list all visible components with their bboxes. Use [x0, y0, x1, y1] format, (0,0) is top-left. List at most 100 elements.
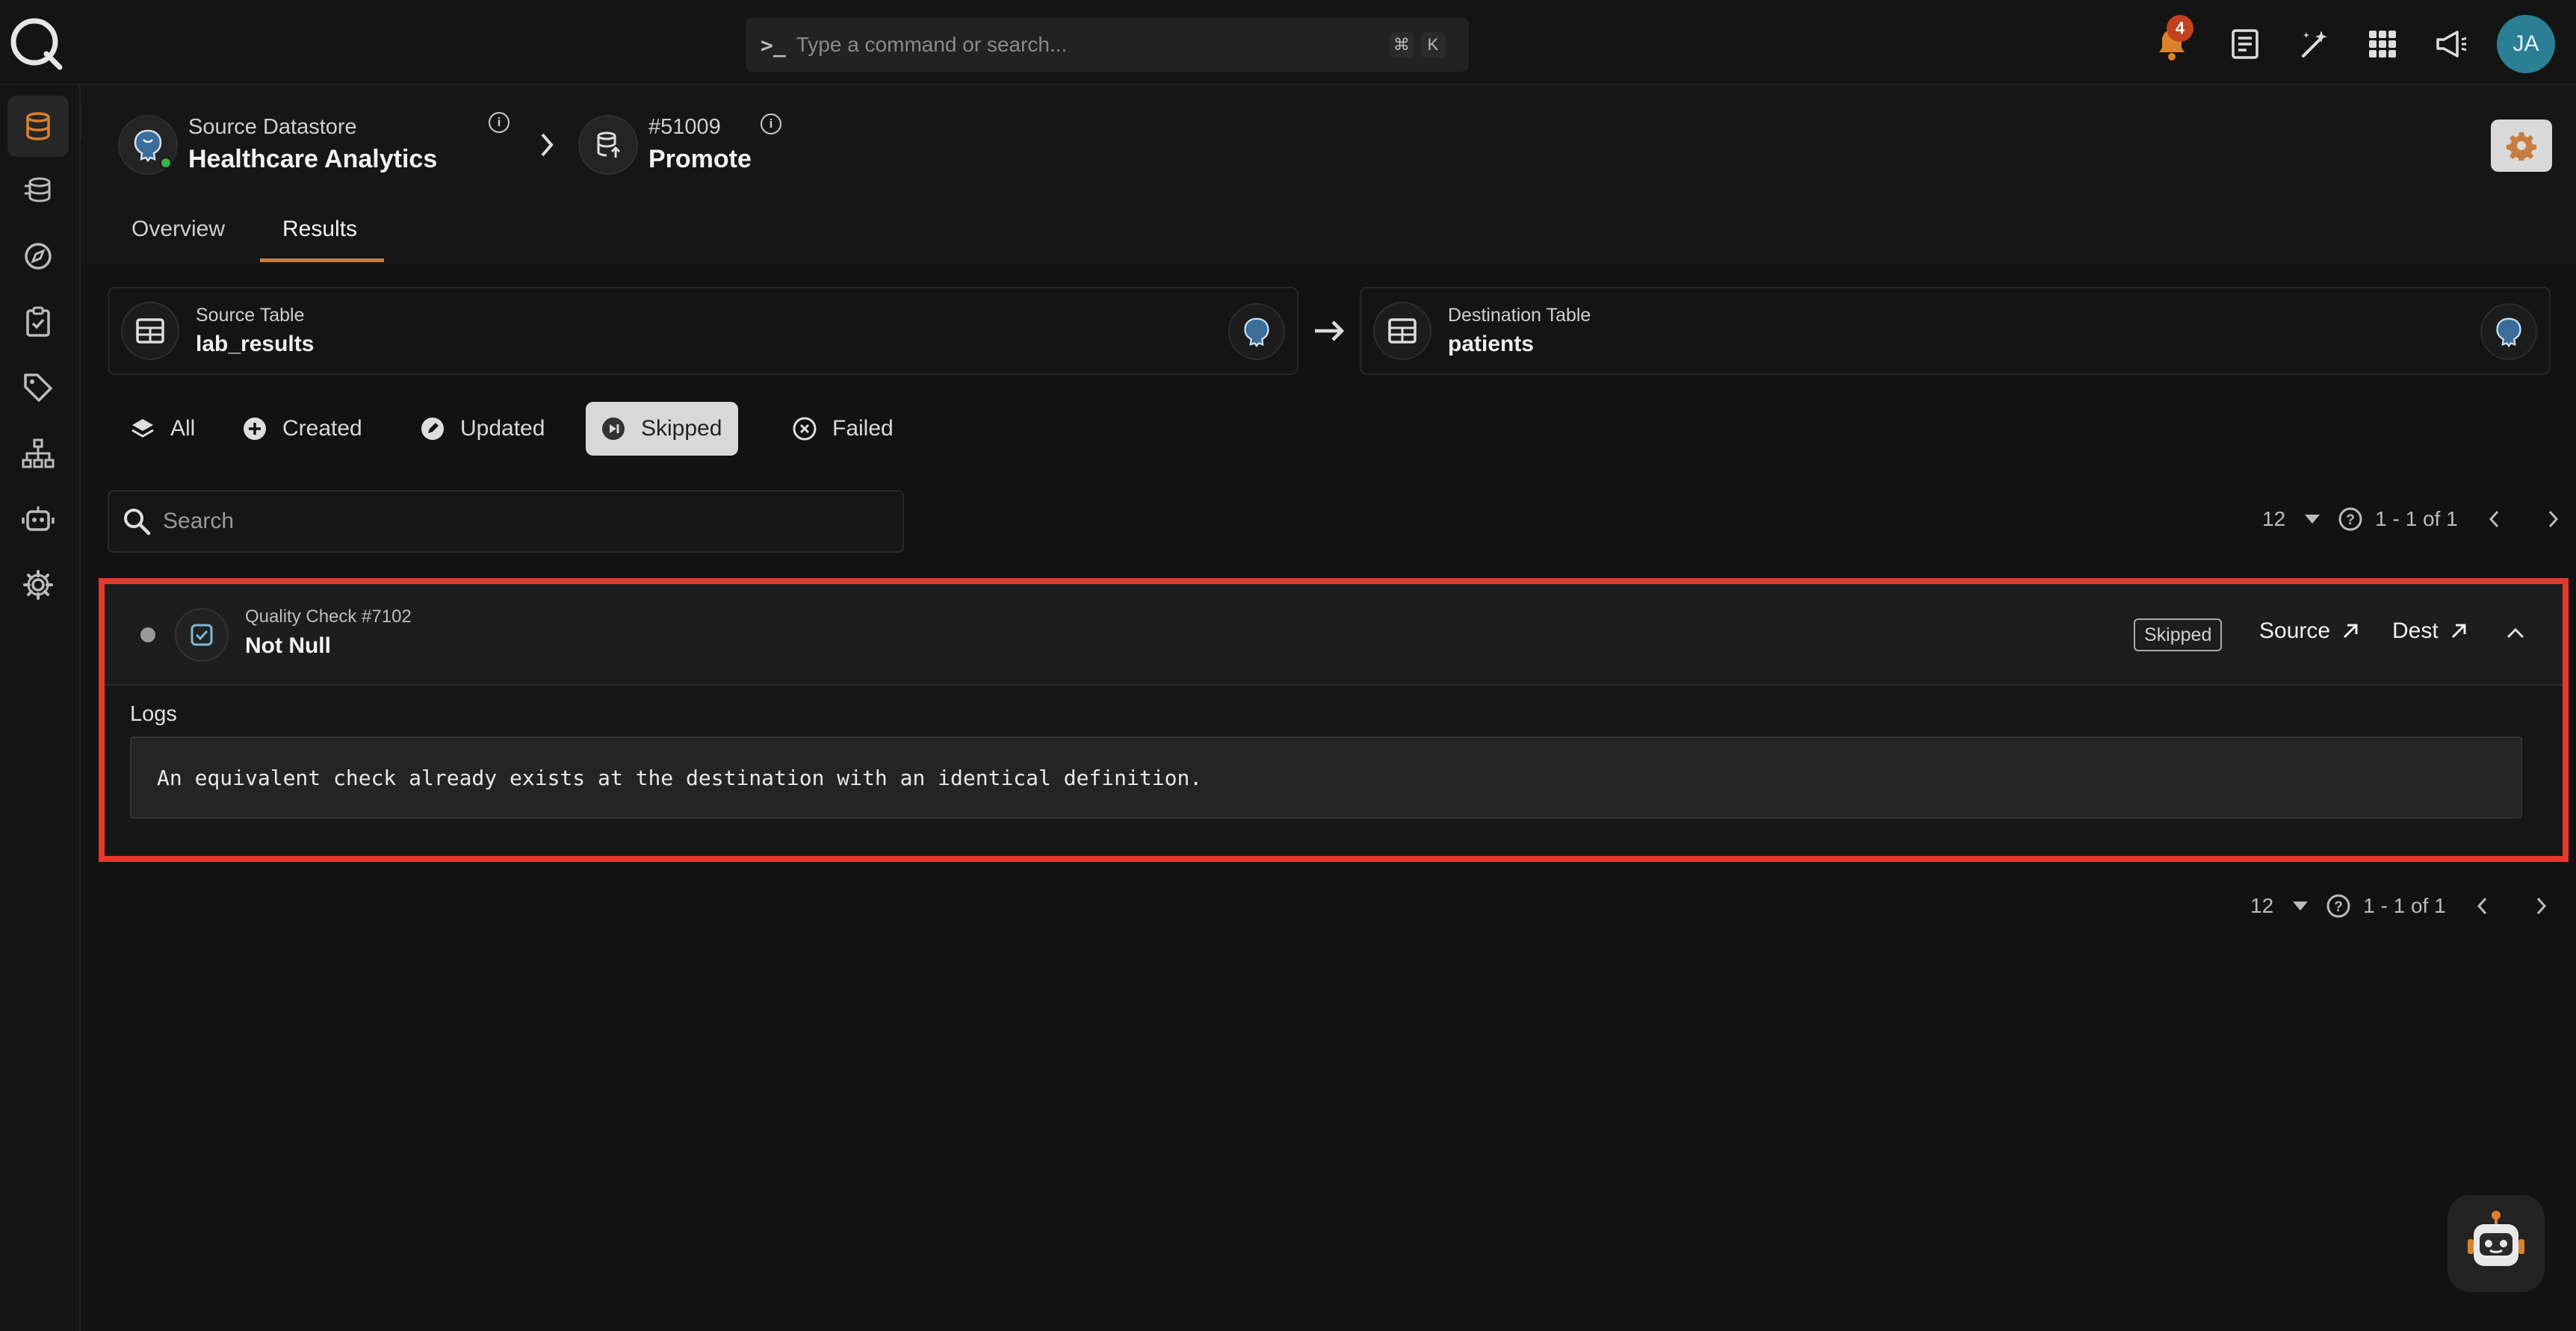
filter-updated[interactable]: Updated [405, 402, 561, 456]
filter-created[interactable]: Created [227, 402, 379, 456]
pagination-bottom: 12 ? 1 - 1 of 1 [2250, 893, 2548, 919]
sidebar-item-settings[interactable] [7, 554, 69, 615]
sidebar-item-enrichment[interactable] [7, 160, 69, 221]
source-link-label: Source [2259, 618, 2331, 643]
main-content: Source Datastore Healthcare Analytics i … [82, 85, 2576, 1331]
page-size-value[interactable]: 12 [2262, 507, 2285, 531]
page-range: 1 - 1 of 1 [2363, 894, 2446, 917]
svg-text:?: ? [2346, 512, 2355, 528]
page-range: 1 - 1 of 1 [2375, 507, 2458, 530]
search-placeholder: Search [163, 509, 235, 533]
status-badge: Skipped [2134, 618, 2223, 651]
clipboard-check-icon [26, 306, 50, 337]
help-icon[interactable]: ? [2338, 506, 2363, 532]
source-datastore-label: Source Datastore [188, 115, 357, 139]
apps-grid-icon[interactable] [2364, 25, 2401, 63]
filter-updated-label: Updated [460, 416, 545, 441]
notifications-badge: 4 [2167, 15, 2193, 42]
sidebar-item-checks[interactable] [7, 291, 69, 353]
command-search[interactable]: >_ Type a command or search... ⌘ K [746, 18, 1469, 72]
result-item-header[interactable]: Quality Check #7102 Not Null Skipped Sou… [105, 584, 2563, 686]
arrow-right-icon [1315, 320, 1345, 341]
quality-check-icon [175, 608, 229, 662]
help-icon[interactable]: ? [2326, 893, 2351, 919]
magic-wand-icon[interactable] [2295, 25, 2332, 63]
sidebar-item-explore[interactable] [7, 226, 69, 287]
pagination-top: 12 ? 1 - 1 of 1 [2262, 506, 2560, 532]
source-table-label: Source Table [196, 305, 305, 326]
filter-all[interactable]: All [115, 402, 211, 456]
gear-icon [2507, 132, 2536, 161]
page-size-value[interactable]: 12 [2250, 894, 2273, 918]
sidebar-item-datastores[interactable] [7, 96, 69, 157]
external-arrow-icon [2344, 624, 2358, 639]
table-icon [121, 302, 179, 360]
filter-failed-label: Failed [832, 416, 894, 441]
breadcrumb-chevron-icon [541, 133, 554, 157]
plus-circle-icon [242, 416, 267, 441]
pencil-circle-icon [420, 416, 445, 441]
source-datastore-name[interactable]: Healthcare Analytics [188, 145, 437, 174]
status-online-dot [160, 157, 172, 169]
sidebar-item-tags[interactable] [7, 357, 69, 418]
postgresql-icon [2480, 303, 2537, 360]
chevron-left-icon[interactable] [2476, 896, 2488, 916]
top-bar: >_ Type a command or search... ⌘ K 4 JA [0, 0, 2576, 85]
search-input[interactable]: Search [108, 490, 904, 553]
chevron-up-icon[interactable] [2506, 626, 2525, 639]
filter-failed[interactable]: Failed [777, 402, 910, 456]
caret-down-icon[interactable] [2305, 515, 2320, 524]
source-table-card[interactable]: Source Table lab_results [108, 287, 1298, 375]
operation-info-icon[interactable]: i [761, 114, 781, 134]
sidebar-item-flows[interactable] [7, 423, 69, 484]
external-arrow-icon [2451, 624, 2466, 639]
chevron-left-icon[interactable] [2488, 509, 2500, 529]
user-avatar[interactable]: JA [2497, 15, 2555, 73]
layers-icon [130, 417, 155, 441]
log-message: An equivalent check already exists at th… [157, 765, 1203, 790]
assistant-bot-button[interactable] [2447, 1195, 2545, 1292]
sidebar-item-agents[interactable] [7, 488, 69, 550]
tab-results[interactable]: Results [282, 217, 357, 242]
gear-icon [23, 570, 53, 600]
destination-table-card[interactable]: Destination Table patients [1360, 287, 2551, 375]
destination-table-label: Destination Table [1448, 305, 1591, 326]
megaphone-icon[interactable] [2433, 25, 2470, 63]
source-link-button[interactable]: Source [2259, 618, 2360, 644]
settings-button[interactable] [2491, 120, 2552, 172]
database-stack-icon [25, 177, 51, 202]
active-tab-indicator [260, 258, 384, 262]
robot-assistant-icon [2468, 1211, 2524, 1266]
quality-check-label: Quality Check #7102 [245, 606, 412, 627]
filter-skipped-label: Skipped [641, 416, 722, 441]
filter-all-label: All [170, 416, 196, 441]
filter-skipped[interactable]: Skipped [586, 402, 739, 456]
dest-link-button[interactable]: Dest [2392, 618, 2468, 644]
caret-down-icon[interactable] [2293, 902, 2309, 910]
terminal-icon: >_ [761, 32, 786, 58]
chevron-right-icon[interactable] [2536, 896, 2548, 916]
source-table-name: lab_results [196, 332, 315, 356]
source-info-icon[interactable]: i [489, 112, 510, 133]
skip-icon [601, 416, 626, 441]
chevron-right-icon[interactable] [2548, 509, 2560, 529]
x-circle-icon [792, 416, 817, 441]
tag-icon [24, 373, 52, 402]
app-logo[interactable] [7, 15, 64, 72]
command-search-placeholder: Type a command or search... [796, 33, 1068, 56]
result-item-body: Logs An equivalent check already exists … [105, 686, 2563, 856]
search-icon [124, 509, 151, 536]
shortcut-cmd-key: ⌘ [1390, 32, 1414, 58]
quality-check-name: Not Null [245, 633, 331, 658]
tab-overview[interactable]: Overview [131, 217, 225, 242]
dest-link-label: Dest [2392, 618, 2439, 643]
operation-id: #51009 [648, 115, 721, 139]
svg-text:?: ? [2334, 899, 2343, 915]
filter-created-label: Created [282, 416, 362, 441]
database-upload-icon [597, 131, 621, 158]
log-message-box: An equivalent check already exists at th… [130, 736, 2522, 819]
result-item-highlighted: Quality Check #7102 Not Null Skipped Sou… [99, 578, 2569, 862]
logs-label: Logs [130, 702, 177, 726]
document-icon[interactable] [2226, 25, 2264, 63]
operation-avatar [578, 115, 638, 175]
